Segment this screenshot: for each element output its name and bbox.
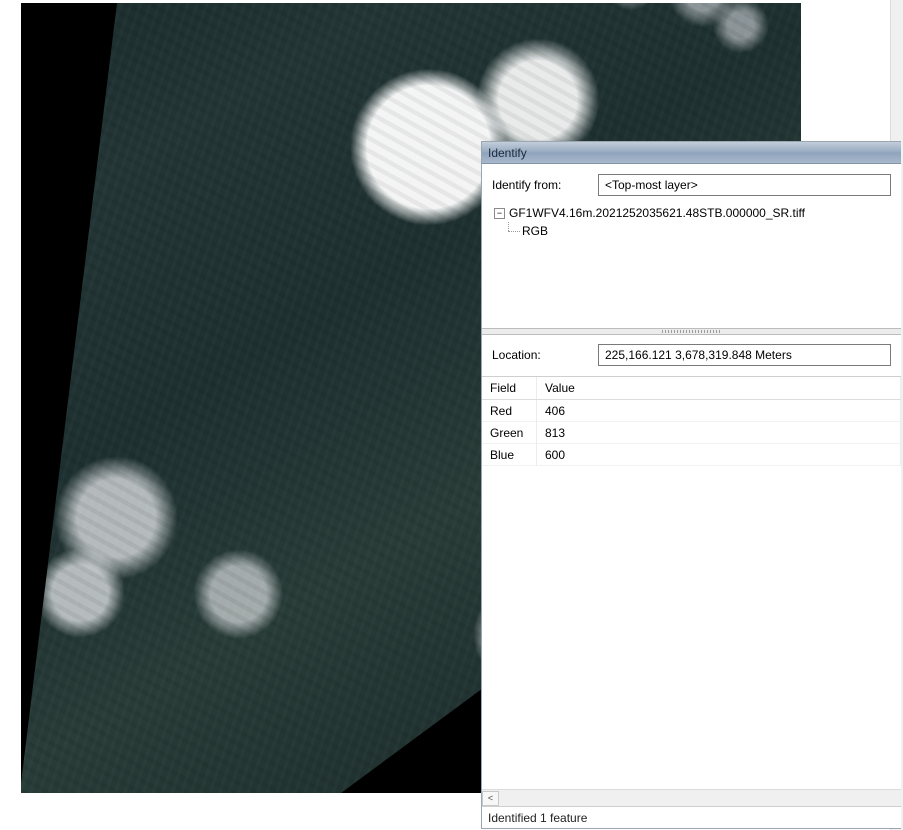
location-field[interactable]: 225,166.121 3,678,319.848 Meters: [598, 344, 891, 366]
grid-body[interactable]: Red 406 Green 813 Blue 600: [482, 400, 901, 789]
chevron-left-icon: <: [488, 793, 493, 803]
identify-from-value: <Top-most layer>: [605, 178, 698, 192]
cell-field: Blue: [482, 444, 537, 466]
location-section: Location: 225,166.121 3,678,319.848 Mete…: [482, 335, 901, 376]
splitter-grip-icon: [662, 330, 722, 333]
identify-panel: Identify Identify from: <Top-most layer>…: [481, 141, 901, 829]
status-text: Identified 1 feature: [488, 811, 587, 825]
location-label: Location:: [492, 348, 588, 362]
table-row[interactable]: Red 406: [482, 400, 901, 422]
identify-from-combo[interactable]: <Top-most layer>: [598, 174, 891, 196]
column-header-value[interactable]: Value: [537, 377, 901, 399]
identify-statusbar: Identified 1 feature: [482, 806, 901, 828]
identify-top-section: Identify from: <Top-most layer> − GF1WFV…: [482, 164, 901, 328]
table-row[interactable]: Blue 600: [482, 444, 901, 466]
column-header-field[interactable]: Field: [482, 377, 537, 399]
cell-value: 406: [537, 400, 901, 422]
results-grid: Field Value Red 406 Green 813 Blue 600 <: [482, 376, 901, 806]
grid-horizontal-scrollbar[interactable]: <: [482, 789, 901, 806]
tree-root-node[interactable]: − GF1WFV4.16m.2021252035621.48STB.000000…: [494, 204, 891, 222]
location-value: 225,166.121 3,678,319.848 Meters: [605, 348, 792, 362]
identify-from-label: Identify from:: [492, 178, 588, 192]
grid-header: Field Value: [482, 377, 901, 400]
identify-title-text: Identify: [488, 146, 527, 160]
tree-child-label: RGB: [522, 222, 548, 240]
identify-tree[interactable]: − GF1WFV4.16m.2021252035621.48STB.000000…: [492, 204, 891, 322]
cell-field: Red: [482, 400, 537, 422]
table-row[interactable]: Green 813: [482, 422, 901, 444]
tree-collapse-icon[interactable]: −: [494, 208, 505, 219]
cell-field: Green: [482, 422, 537, 444]
panel-splitter[interactable]: [482, 328, 901, 335]
tree-child-node[interactable]: RGB: [522, 222, 891, 240]
identify-titlebar[interactable]: Identify: [482, 142, 901, 164]
cell-value: 600: [537, 444, 901, 466]
tree-root-label: GF1WFV4.16m.2021252035621.48STB.000000_S…: [509, 204, 805, 222]
cell-value: 813: [537, 422, 901, 444]
scroll-left-button[interactable]: <: [482, 791, 499, 806]
